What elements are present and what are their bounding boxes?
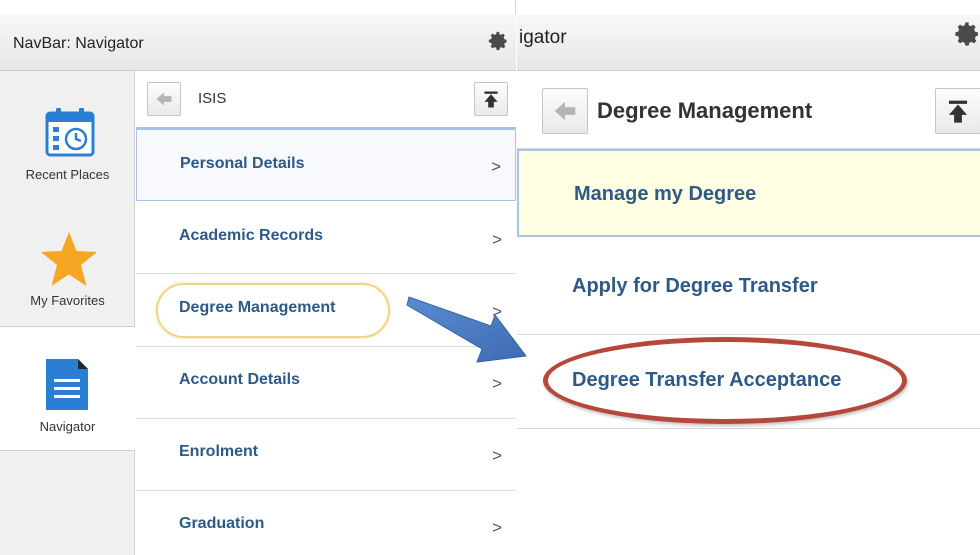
back-arrow-icon — [156, 92, 172, 106]
sidebar-item-label: My Favorites — [30, 293, 105, 308]
navigator-panel-right: igator Degree Management Manage my Degre… — [517, 0, 980, 555]
sidebar-item-recent-places[interactable]: Recent Places — [0, 71, 135, 193]
chevron-right-icon: > — [491, 157, 501, 176]
menu-item-label: Apply for Degree Transfer — [572, 275, 818, 297]
menu-header: ISIS — [136, 71, 516, 129]
back-button[interactable] — [542, 88, 588, 134]
menu-header: Degree Management — [517, 71, 980, 149]
document-icon — [44, 357, 90, 412]
navbar-sidebar: Recent Places My Favorites Navigator — [0, 71, 135, 555]
menu-item-label: Account Details — [179, 371, 300, 388]
navigator-panel-left: NavBar: Navigator Recent Places My Favor… — [0, 0, 516, 555]
annotation-highlight-oval — [156, 283, 390, 338]
chevron-right-icon: > — [492, 446, 502, 465]
navbar-header: NavBar: Navigator — [0, 14, 516, 71]
menu-item-manage-my-degree[interactable]: Manage my Degree — [517, 149, 980, 237]
menu-item-enrolment[interactable]: Enrolment > — [136, 419, 516, 491]
scroll-top-button[interactable] — [474, 82, 508, 116]
chevron-right-icon: > — [492, 374, 502, 393]
scroll-top-button[interactable] — [935, 88, 980, 134]
sidebar-item-label: Navigator — [39, 419, 96, 434]
gear-icon[interactable] — [953, 20, 980, 48]
calendar-clock-icon — [43, 105, 97, 159]
navbar-header: igator — [517, 15, 980, 71]
sidebar-item-label: Recent Places — [25, 167, 110, 182]
chevron-right-icon: > — [492, 518, 502, 537]
annotation-arrow-icon — [405, 296, 527, 366]
menu-item-apply-for-degree-transfer[interactable]: Apply for Degree Transfer — [517, 237, 980, 335]
gear-icon[interactable] — [487, 30, 509, 52]
chevron-right-icon: > — [492, 230, 502, 249]
menu-item-label: Academic Records — [179, 227, 324, 244]
sidebar-item-my-favorites[interactable]: My Favorites — [0, 193, 135, 326]
menu-item-label: Personal Details — [180, 155, 305, 172]
menu-item-label: Graduation — [179, 515, 265, 532]
menu-item-label: Manage my Degree — [574, 183, 757, 205]
menu-item-label: Enrolment — [179, 443, 259, 460]
star-icon — [39, 230, 99, 288]
navbar-title: NavBar: Navigator — [13, 35, 144, 52]
menu-title: ISIS — [198, 90, 227, 107]
arrow-top-icon — [484, 91, 498, 108]
menu-title: Degree Management — [597, 98, 813, 123]
annotation-circle-oval — [543, 337, 907, 424]
back-arrow-icon — [554, 101, 576, 121]
sidebar-item-navigator[interactable]: Navigator — [0, 326, 135, 451]
menu-item-personal-details[interactable]: Personal Details > — [136, 129, 516, 201]
menu-item-academic-records[interactable]: Academic Records > — [136, 201, 516, 274]
arrow-top-icon — [948, 100, 968, 123]
back-button[interactable] — [147, 82, 181, 116]
menu-item-graduation[interactable]: Graduation > — [136, 491, 516, 555]
navbar-title: igator — [519, 27, 567, 48]
